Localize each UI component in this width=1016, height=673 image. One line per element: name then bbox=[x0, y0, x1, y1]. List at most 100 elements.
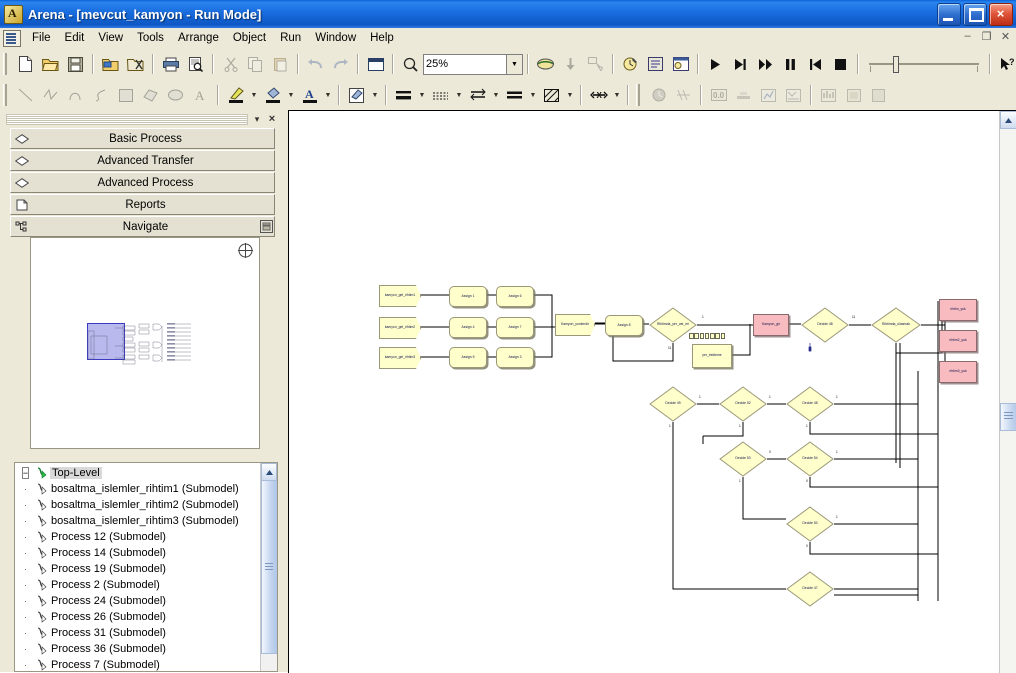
menu-item-window[interactable]: Window bbox=[308, 30, 363, 46]
tree-item-submodel[interactable]: · Process 7 (Submodel) bbox=[19, 657, 261, 671]
tree-item-submodel[interactable]: · bosaltma_islemler_rihtim3 (Submodel) bbox=[19, 513, 261, 529]
global-picture-icon[interactable] bbox=[842, 84, 865, 107]
mdi-restore-icon[interactable]: ❐ bbox=[980, 30, 993, 43]
fill-color-icon[interactable] bbox=[261, 84, 284, 107]
mdi-minimize-icon[interactable]: ‒ bbox=[961, 30, 974, 43]
paste-icon[interactable] bbox=[269, 53, 292, 76]
flowchart-node-decide[interactable]: Decide 47 bbox=[786, 571, 834, 607]
line-color-icon[interactable] bbox=[224, 84, 247, 107]
scroll-up-icon[interactable] bbox=[261, 463, 277, 481]
view-window-icon[interactable] bbox=[364, 53, 387, 76]
tree-item-submodel[interactable]: · Process 26 (Submodel) bbox=[19, 609, 261, 625]
model-thumbnail[interactable] bbox=[30, 237, 260, 449]
line-width-icon[interactable] bbox=[392, 84, 415, 107]
menu-item-file[interactable]: File bbox=[25, 30, 58, 46]
animation-speed-slider[interactable] bbox=[869, 54, 979, 74]
close-button[interactable]: × bbox=[989, 3, 1013, 26]
panel-reports[interactable]: Reports bbox=[10, 194, 275, 215]
line-icon[interactable] bbox=[14, 84, 37, 107]
report-animate-icon[interactable] bbox=[867, 84, 890, 107]
check-model-icon[interactable] bbox=[644, 53, 667, 76]
tree-item-submodel[interactable]: · Process 12 (Submodel) bbox=[19, 529, 261, 545]
step-icon[interactable] bbox=[729, 53, 752, 76]
flowchart-node-decide[interactable]: Decide 54 bbox=[786, 441, 834, 477]
panel-advanced-process[interactable]: Advanced Process bbox=[10, 172, 275, 193]
flowchart-node-assign[interactable]: Assign 6 bbox=[496, 286, 534, 307]
resource-animate-icon[interactable] bbox=[817, 84, 840, 107]
named-views-icon[interactable] bbox=[584, 53, 607, 76]
bezier-icon[interactable] bbox=[89, 84, 112, 107]
text-color-dropdown[interactable]: ▼ bbox=[323, 84, 333, 107]
pattern-icon[interactable] bbox=[540, 84, 563, 107]
new-file-icon[interactable] bbox=[14, 53, 37, 76]
menu-item-tools[interactable]: Tools bbox=[130, 30, 171, 46]
flowchart-node-assign[interactable]: Assign 7 bbox=[496, 317, 534, 338]
panel-icon[interactable] bbox=[258, 220, 274, 233]
text-align-dropdown[interactable]: ▼ bbox=[612, 84, 622, 107]
line-arrow-dropdown[interactable]: ▼ bbox=[491, 84, 501, 107]
window-background-color-icon[interactable] bbox=[345, 84, 368, 107]
tree-item-submodel[interactable]: · Process 31 (Submodel) bbox=[19, 625, 261, 641]
flowchart-node-decide[interactable]: Decide 50 bbox=[786, 506, 834, 542]
fill-pattern-icon[interactable] bbox=[503, 84, 526, 107]
scroll-up-icon[interactable] bbox=[1000, 111, 1016, 129]
save-icon[interactable] bbox=[64, 53, 87, 76]
text-color-icon[interactable]: A bbox=[298, 84, 321, 107]
run-icon[interactable] bbox=[704, 53, 727, 76]
fast-forward-icon[interactable] bbox=[754, 53, 777, 76]
menu-item-edit[interactable]: Edit bbox=[58, 30, 92, 46]
queue-animate-icon[interactable] bbox=[782, 84, 805, 107]
pattern-dropdown[interactable]: ▼ bbox=[565, 84, 575, 107]
flowchart-node-assign[interactable]: Assign 3 bbox=[496, 347, 534, 368]
panel-advanced-transfer[interactable]: Advanced Transfer bbox=[10, 150, 275, 171]
tree-item-submodel[interactable]: · Process 36 (Submodel) bbox=[19, 641, 261, 657]
project-bar-minimize-button[interactable]: ▾ bbox=[251, 114, 263, 126]
flowchart-node-process[interactable]: yer_bekleme bbox=[692, 344, 732, 368]
line-arrow-icon[interactable] bbox=[466, 84, 489, 107]
tree-item-submodel[interactable]: · Process 19 (Submodel) bbox=[19, 561, 261, 577]
menu-item-view[interactable]: View bbox=[91, 30, 130, 46]
menu-item-object[interactable]: Object bbox=[226, 30, 273, 46]
flowchart-node-decide[interactable]: Decide 52 bbox=[719, 386, 767, 422]
panel-navigate[interactable]: Navigate bbox=[10, 216, 275, 237]
menu-item-help[interactable]: Help bbox=[363, 30, 401, 46]
menu-item-run[interactable]: Run bbox=[273, 30, 308, 46]
toolbar-grip[interactable] bbox=[3, 84, 10, 106]
line-style-icon[interactable] bbox=[429, 84, 452, 107]
box-icon[interactable] bbox=[114, 84, 137, 107]
polygon-icon[interactable] bbox=[139, 84, 162, 107]
fill-color-dropdown[interactable]: ▼ bbox=[286, 84, 296, 107]
clock-icon[interactable] bbox=[647, 84, 670, 107]
mdi-close-icon[interactable]: ✕ bbox=[999, 30, 1012, 43]
flowchart-node-assign[interactable]: Assign 5 bbox=[449, 347, 487, 368]
menu-item-arrange[interactable]: Arrange bbox=[171, 30, 226, 46]
flowchart-node-decide[interactable]: Decide 48 bbox=[786, 386, 834, 422]
print-icon[interactable] bbox=[159, 53, 182, 76]
variable-icon[interactable] bbox=[672, 84, 695, 107]
zoom-in-region-icon[interactable] bbox=[559, 53, 582, 76]
tree-item-submodel[interactable]: · Process 14 (Submodel) bbox=[19, 545, 261, 561]
toolbar-grip[interactable] bbox=[3, 53, 10, 75]
flowchart-node-create[interactable]: kamyon_gel_rihtim1 bbox=[379, 285, 421, 307]
model-canvas[interactable]: kamyon_gel_rihtim1 kamyon_gel_rihtim2 ka… bbox=[289, 111, 995, 673]
zoom-control[interactable]: 25% ▼ bbox=[423, 53, 523, 75]
redo-icon[interactable] bbox=[329, 53, 352, 76]
stop-icon[interactable] bbox=[829, 53, 852, 76]
flowchart-node-decide[interactable]: Rihtimda_ulasmak bbox=[871, 307, 921, 343]
line-style-dropdown[interactable]: ▼ bbox=[454, 84, 464, 107]
fill-pattern-dropdown[interactable]: ▼ bbox=[528, 84, 538, 107]
open-file-icon[interactable] bbox=[39, 53, 62, 76]
flowchart-node-decide[interactable]: Decide 48 bbox=[801, 307, 849, 343]
canvas-vertical-scrollbar[interactable] bbox=[999, 111, 1016, 673]
toolbar-grip[interactable] bbox=[636, 84, 643, 106]
arc-icon[interactable] bbox=[64, 84, 87, 107]
tree-vertical-scrollbar[interactable] bbox=[260, 463, 277, 671]
entity-queue[interactable] bbox=[689, 333, 726, 339]
flowchart-node-dispose[interactable]: rihtim3_yuk bbox=[939, 361, 977, 383]
line-width-dropdown[interactable]: ▼ bbox=[417, 84, 427, 107]
tree-item-submodel[interactable]: · Process 24 (Submodel) bbox=[19, 593, 261, 609]
pause-icon[interactable] bbox=[779, 53, 802, 76]
line-color-dropdown[interactable]: ▼ bbox=[249, 84, 259, 107]
panel-basic-process[interactable]: Basic Process bbox=[10, 128, 275, 149]
undo-icon[interactable] bbox=[304, 53, 327, 76]
